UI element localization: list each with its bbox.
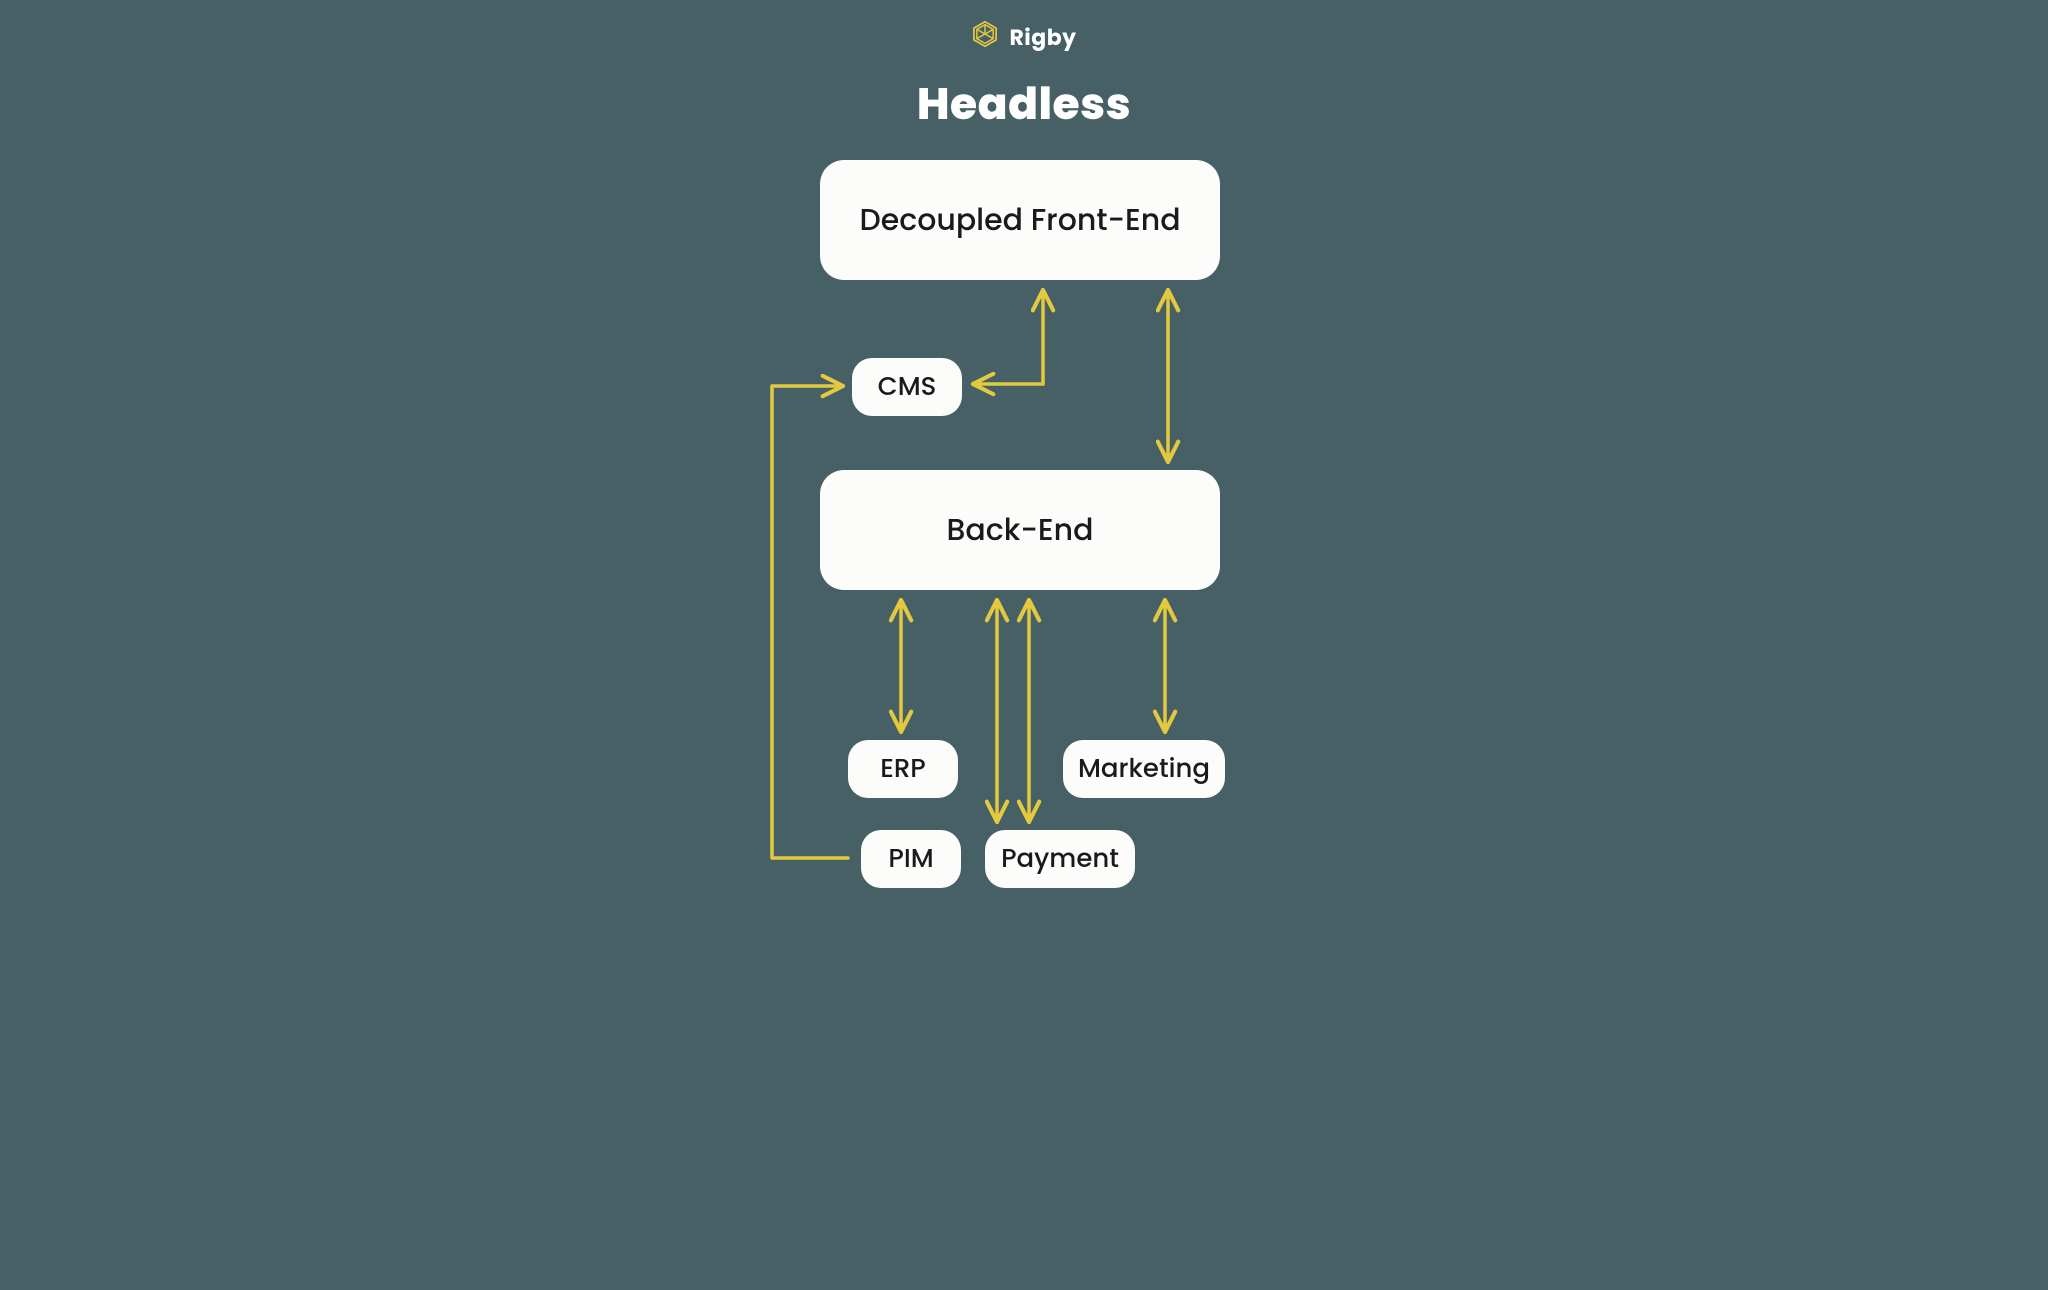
node-payment: Payment xyxy=(985,830,1135,888)
node-pim: PIM xyxy=(861,830,961,888)
edge-pim-cms xyxy=(772,386,848,858)
brand-name: Rigby xyxy=(1009,21,1076,54)
node-erp: ERP xyxy=(848,740,958,798)
node-marketing: Marketing xyxy=(1063,740,1225,798)
node-backend: Back-End xyxy=(820,470,1220,590)
brand: Rigby xyxy=(335,20,1713,55)
node-frontend: Decoupled Front-End xyxy=(820,160,1220,280)
diagram-title: Headless xyxy=(335,72,1713,137)
node-cms: CMS xyxy=(852,358,962,416)
brand-logo-icon xyxy=(971,20,999,55)
diagram-canvas: Rigby Headless Decoupled Front-End CMS B… xyxy=(335,0,1713,897)
